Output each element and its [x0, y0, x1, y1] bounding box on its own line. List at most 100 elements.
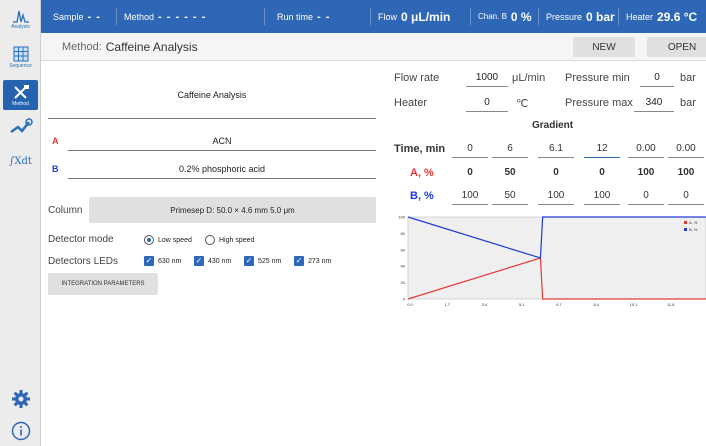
gradient-cell-underline [628, 157, 664, 158]
status-label: Sample [53, 11, 84, 22]
method-bar: Method: Caffeine Analysis NEW OPEN [41, 33, 706, 61]
gradient-cell-b[interactable]: 0 [628, 190, 664, 201]
grid-icon [13, 46, 28, 61]
status-heater: Heater 29.6 °C [619, 8, 704, 25]
pressure-max-label: Pressure max [565, 97, 633, 109]
status-pressure: Pressure 0 bar [539, 8, 619, 25]
method-label: Method: [62, 40, 102, 53]
gradient-cell-time[interactable]: 0.00 [628, 143, 664, 154]
sidebar-item-integration[interactable]: ∫Xdt [3, 146, 38, 176]
gradient-chart: 0 20 40 60 80 100 0.0 1.7 3.4 5.1 6.7 8.4 10.1 11.8 A,… [398, 215, 706, 307]
gradient-cell-time[interactable]: 6.1 [538, 143, 574, 154]
x-tick-label: 1.7 [444, 302, 450, 307]
y-tick-label: 20 [401, 280, 406, 285]
gradient-cell-underline [538, 204, 574, 205]
gear-icon [11, 390, 30, 408]
pressure-min-input[interactable]: 0 [640, 72, 674, 83]
status-label: Run time [277, 11, 314, 22]
b-row-label: B, % [410, 190, 434, 202]
sidebar-item-label: Method [12, 100, 29, 107]
status-method: Method - - - - - - [117, 8, 265, 25]
y-tick-label: 40 [401, 264, 406, 269]
status-value: 0 % [510, 9, 532, 24]
status-label: Pressure [546, 11, 583, 22]
sidebar: Analysis Sequence Method ∫Xdt [0, 0, 41, 446]
led-630-checkbox[interactable]: ✓ [144, 256, 154, 266]
status-value: - - [317, 10, 331, 23]
column-select[interactable]: Primesep D: 50.0 × 4.6 mm 5.0 μm [89, 197, 376, 223]
high-speed-radio[interactable] [205, 235, 215, 245]
solvent-a-field[interactable]: ACN [68, 136, 376, 146]
status-chanb: Chan. B 0 % [471, 8, 539, 25]
legend-entry: B, % [689, 227, 698, 232]
led-label: 525 nm [258, 258, 282, 265]
solvent-b-underline [68, 178, 376, 179]
gradient-cell-underline [668, 157, 704, 158]
solvent-a-underline [68, 150, 376, 151]
time-row-label: Time, min [394, 143, 446, 155]
heater-underline [466, 111, 508, 112]
gradient-cell-time[interactable]: 12 [584, 143, 620, 154]
y-tick-label: 100 [398, 215, 405, 220]
status-value: - - - - - - [158, 10, 207, 23]
flow-rate-input[interactable]: 1000 [466, 72, 508, 83]
gradient-cell-underline [492, 204, 528, 205]
gradient-cell-b[interactable]: 50 [492, 190, 528, 201]
method-name-field[interactable]: Caffeine Analysis [48, 90, 376, 100]
gradient-cell-a[interactable]: 50 [492, 167, 528, 178]
gradient-cell-time[interactable]: 6 [492, 143, 528, 154]
solvent-b-letter: B [52, 164, 59, 174]
x-tick-label: 8.4 [593, 302, 599, 307]
status-value: 0 bar [586, 9, 615, 24]
gradient-cell-underline [584, 157, 620, 158]
sidebar-item-pump[interactable] [3, 112, 38, 142]
gradient-cell-b[interactable]: 100 [538, 190, 574, 201]
y-tick-label: 0 [403, 297, 406, 302]
integration-parameters-button[interactable]: INTEGRATION PARAMETERS [48, 273, 158, 295]
x-tick-label: 10.1 [630, 302, 639, 307]
status-runtime: Run time - - [265, 8, 371, 25]
info-button[interactable] [3, 416, 38, 446]
heater-label: Heater [394, 97, 428, 109]
pump-wrench-icon [9, 118, 33, 134]
status-value: - - [87, 10, 101, 23]
low-speed-radio[interactable] [144, 235, 154, 245]
gradient-cell-b[interactable]: 0 [668, 190, 704, 201]
gradient-cell-a[interactable]: 100 [628, 167, 664, 178]
gradient-cell-underline [584, 204, 620, 205]
x-tick-label: 11.8 [667, 302, 675, 307]
status-value: 29.6 °C [657, 9, 698, 24]
method-name: Caffeine Analysis [105, 39, 198, 54]
led-label: 630 nm [158, 258, 182, 265]
led-273-checkbox[interactable]: ✓ [294, 256, 304, 266]
divider [48, 118, 376, 119]
pressure-max-unit: bar [680, 97, 696, 109]
peaks-icon [12, 10, 29, 23]
gradient-cell-a[interactable]: 100 [668, 167, 704, 178]
settings-button[interactable] [3, 384, 38, 414]
gradient-cell-a[interactable]: 0 [584, 167, 620, 178]
led-525-checkbox[interactable]: ✓ [244, 256, 254, 266]
new-button[interactable]: NEW [573, 37, 635, 57]
solvent-b-field[interactable]: 0.2% phosphoric acid [68, 164, 376, 174]
led-430-checkbox[interactable]: ✓ [194, 256, 204, 266]
gradient-cell-time[interactable]: 0 [452, 143, 488, 154]
heater-input[interactable]: 0 [466, 97, 508, 108]
open-button[interactable]: OPEN [647, 37, 706, 57]
integral-icon: ∫Xdt [9, 155, 32, 167]
x-tick-label: 6.7 [556, 302, 562, 307]
pressure-max-input[interactable]: 340 [634, 97, 674, 108]
gradient-cell-underline [452, 157, 488, 158]
gradient-cell-b[interactable]: 100 [452, 190, 488, 201]
sidebar-item-sequence[interactable]: Sequence [3, 42, 38, 72]
gradient-cell-time[interactable]: 0.00 [668, 143, 704, 154]
status-label: Heater [626, 11, 654, 22]
status-bar: Sample - - Method - - - - - - Run time -… [41, 0, 706, 33]
status-label: Method [124, 11, 155, 22]
sidebar-item-label: Sequence [9, 62, 32, 69]
gradient-cell-b[interactable]: 100 [584, 190, 620, 201]
sidebar-item-analysis[interactable]: Analysis [3, 4, 38, 34]
gradient-cell-a[interactable]: 0 [538, 167, 574, 178]
sidebar-item-method[interactable]: Method [3, 80, 38, 110]
gradient-cell-a[interactable]: 0 [452, 167, 488, 178]
